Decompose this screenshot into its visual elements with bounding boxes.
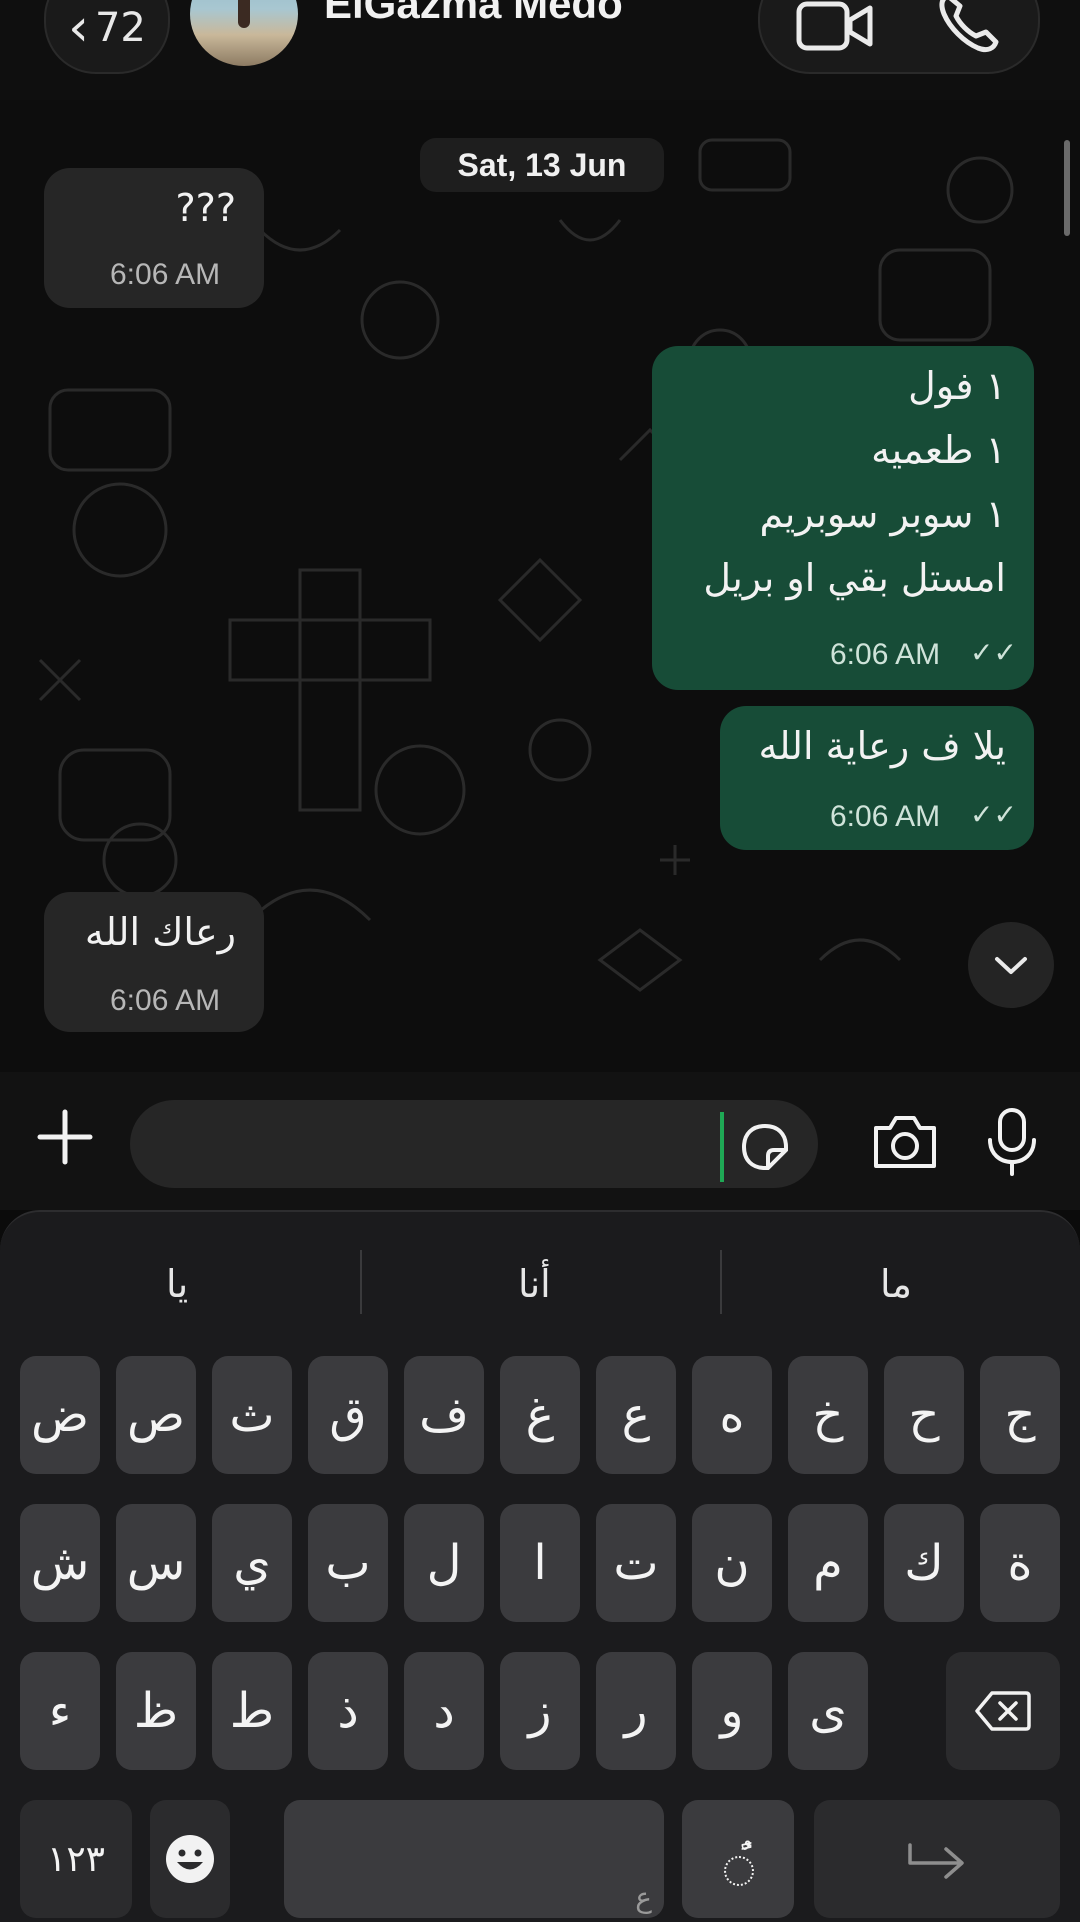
- message-line: ١ طعميه: [871, 428, 1006, 472]
- message-time: 6:06 AM: [830, 800, 941, 833]
- message-line: ١ سوبر سوبريم: [759, 492, 1006, 536]
- key[interactable]: ف: [404, 1356, 484, 1474]
- chevron-left-icon: ‹: [68, 0, 89, 58]
- scroll-to-bottom-button[interactable]: [968, 922, 1054, 1008]
- message-bubble-incoming[interactable]: ??? 6:06 AM: [44, 168, 264, 308]
- key[interactable]: ذ: [308, 1652, 388, 1770]
- key[interactable]: ح: [884, 1356, 964, 1474]
- date-separator: Sat, 13 Jun: [420, 138, 664, 192]
- message-time: 6:06 AM: [110, 984, 221, 1017]
- key[interactable]: ه: [692, 1356, 772, 1474]
- numbers-key[interactable]: ١٢٣: [20, 1800, 132, 1918]
- key[interactable]: ت: [596, 1504, 676, 1622]
- key[interactable]: ج: [980, 1356, 1060, 1474]
- message-text: ???: [175, 186, 236, 230]
- emoji-icon: [166, 1835, 214, 1883]
- key[interactable]: س: [116, 1504, 196, 1622]
- call-actions: [758, 0, 1040, 74]
- message-line: امستل بقي او بريل: [703, 556, 1006, 600]
- message-bubble-outgoing[interactable]: يلا ف رعاية الله 6:06 AM ✓✓: [720, 706, 1034, 850]
- read-receipt-icon: ✓✓: [970, 636, 1017, 669]
- suggestion-3[interactable]: ما: [880, 1262, 912, 1306]
- key[interactable]: غ: [500, 1356, 580, 1474]
- message-time: 6:06 AM: [110, 258, 221, 291]
- key[interactable]: ز: [500, 1652, 580, 1770]
- enter-key[interactable]: [814, 1800, 1060, 1918]
- message-bubble-incoming[interactable]: رعاك الله 6:06 AM: [44, 892, 264, 1032]
- key[interactable]: ط: [212, 1652, 292, 1770]
- key[interactable]: ل: [404, 1504, 484, 1622]
- key[interactable]: ي: [212, 1504, 292, 1622]
- read-receipt-icon: ✓✓: [970, 798, 1017, 831]
- backspace-icon: [975, 1691, 1031, 1731]
- key[interactable]: ع: [596, 1356, 676, 1474]
- key[interactable]: ظ: [116, 1652, 196, 1770]
- key[interactable]: ث: [212, 1356, 292, 1474]
- key[interactable]: د: [404, 1652, 484, 1770]
- text-cursor: [720, 1112, 724, 1182]
- message-composer: [0, 1072, 1080, 1210]
- video-call-icon[interactable]: [796, 0, 874, 54]
- contact-name[interactable]: ElGazma Medo: [324, 0, 623, 28]
- phone-call-icon[interactable]: [936, 0, 1000, 54]
- tashkeel-key[interactable]: ًٌ: [682, 1800, 794, 1918]
- emoji-key[interactable]: [150, 1800, 230, 1918]
- chevron-down-icon: [995, 957, 1027, 974]
- suggestion-1[interactable]: يا: [166, 1262, 188, 1306]
- key[interactable]: ا: [500, 1504, 580, 1622]
- message-time: 6:06 AM: [830, 638, 941, 671]
- chat-header: ‹ 72 ElGazma Medo: [0, 0, 1080, 100]
- key[interactable]: ش: [20, 1504, 100, 1622]
- space-language-hint: ع: [635, 1881, 652, 1914]
- message-text: رعاك الله: [84, 910, 236, 954]
- message-text: يلا ف رعاية الله: [758, 724, 1006, 768]
- scrollbar[interactable]: [1064, 140, 1070, 236]
- key[interactable]: ب: [308, 1504, 388, 1622]
- message-input[interactable]: [130, 1100, 818, 1188]
- backspace-key[interactable]: [946, 1652, 1060, 1770]
- key[interactable]: م: [788, 1504, 868, 1622]
- key[interactable]: ى: [788, 1652, 868, 1770]
- keyboard: يا أنا ما ج ح خ ه ع غ ف ق ث ص ض ة ك م ن …: [0, 1210, 1080, 1922]
- suggestion-divider: [720, 1250, 722, 1314]
- camera-icon[interactable]: [870, 1112, 940, 1172]
- return-arrow-icon: [908, 1843, 964, 1879]
- key[interactable]: ر: [596, 1652, 676, 1770]
- suggestion-divider: [360, 1250, 362, 1314]
- key[interactable]: ض: [20, 1356, 100, 1474]
- key[interactable]: ق: [308, 1356, 388, 1474]
- key[interactable]: ء: [20, 1652, 100, 1770]
- unread-count: 72: [94, 5, 146, 51]
- avatar[interactable]: [190, 0, 298, 66]
- key[interactable]: ة: [980, 1504, 1060, 1622]
- message-bubble-outgoing[interactable]: ١ فول ١ طعميه ١ سوبر سوبريم امستل بقي او…: [652, 346, 1034, 690]
- space-key[interactable]: ع: [284, 1800, 664, 1918]
- message-list[interactable]: Sat, 13 Jun ??? 6:06 AM ١ فول ١ طعميه ١ …: [0, 100, 1080, 1072]
- microphone-icon[interactable]: [984, 1106, 1040, 1178]
- plus-icon[interactable]: [30, 1102, 100, 1172]
- key[interactable]: ص: [116, 1356, 196, 1474]
- key[interactable]: خ: [788, 1356, 868, 1474]
- dotted-circle-icon: [724, 1856, 754, 1886]
- key[interactable]: و: [692, 1652, 772, 1770]
- message-line: ١ فول: [908, 364, 1006, 408]
- key[interactable]: ن: [692, 1504, 772, 1622]
- back-button[interactable]: ‹ 72: [44, 0, 170, 74]
- key[interactable]: ك: [884, 1504, 964, 1622]
- sticker-icon[interactable]: [738, 1120, 792, 1174]
- suggestion-2[interactable]: أنا: [518, 1262, 551, 1306]
